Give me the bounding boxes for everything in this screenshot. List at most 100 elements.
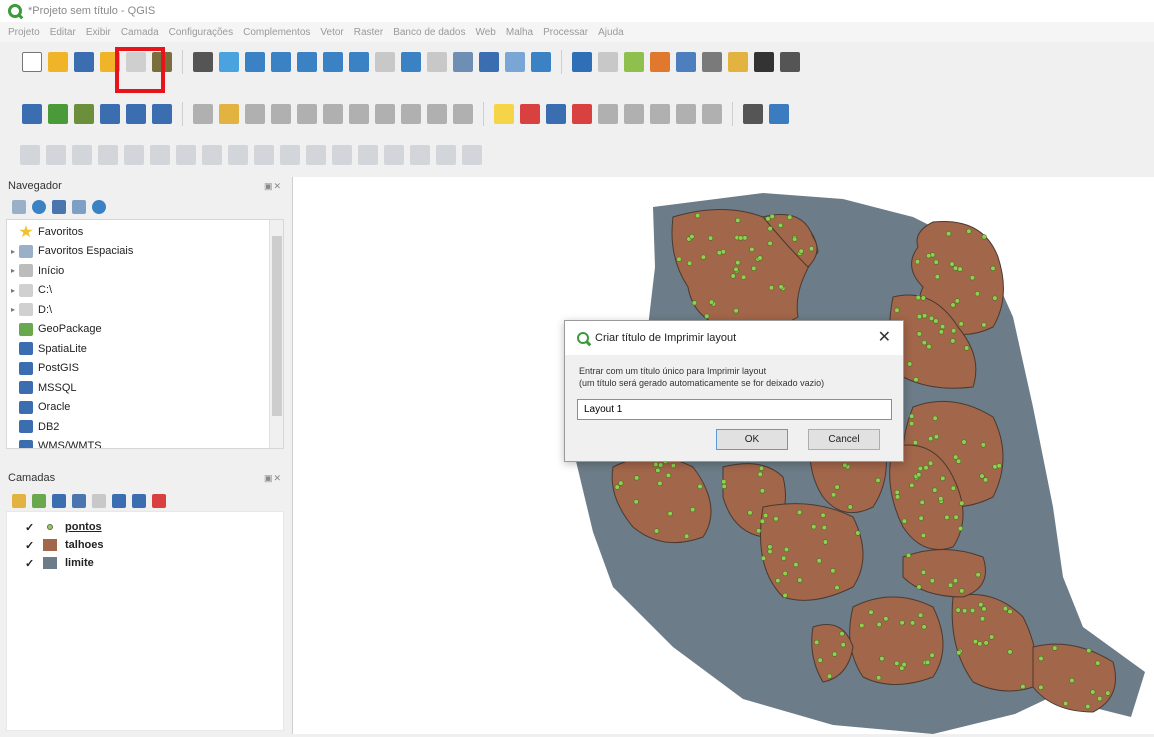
layer-visibility-checkbox[interactable]: ✓: [25, 539, 37, 552]
browser-scrollbar[interactable]: [269, 220, 283, 448]
zoom-last-icon[interactable]: [401, 52, 421, 72]
browser-item[interactable]: Favoritos: [7, 222, 283, 242]
save-edits-icon[interactable]: [245, 104, 265, 124]
cut-icon[interactable]: [349, 104, 369, 124]
pan-to-selection-icon[interactable]: [219, 52, 239, 72]
browser-item[interactable]: ▸ C:\: [7, 281, 283, 301]
attribute-table-icon[interactable]: [624, 52, 644, 72]
more-icon[interactable]: [780, 52, 800, 72]
browser-item[interactable]: Oracle: [7, 398, 283, 418]
layer-styling-icon[interactable]: [12, 494, 26, 508]
label-tool-1-icon[interactable]: [598, 104, 618, 124]
zoom-out-icon[interactable]: [271, 52, 291, 72]
annotation-icon[interactable]: [728, 52, 748, 72]
add-raster-icon[interactable]: [74, 104, 94, 124]
menu-raster[interactable]: Raster: [354, 27, 383, 38]
browser-item[interactable]: PostGIS: [7, 359, 283, 379]
digitize-16-icon[interactable]: [410, 145, 430, 165]
plugin-globe-icon[interactable]: [743, 104, 763, 124]
select-features-icon[interactable]: [598, 52, 618, 72]
expand-arrow-icon[interactable]: ▸: [7, 286, 19, 295]
menu-editar[interactable]: Editar: [50, 27, 76, 38]
add-delimited-icon[interactable]: [152, 104, 172, 124]
zoom-in-icon[interactable]: [245, 52, 265, 72]
toggle-editing-icon[interactable]: [219, 104, 239, 124]
open-project-icon[interactable]: [48, 52, 68, 72]
delete-feature-icon[interactable]: [323, 104, 343, 124]
expand-arrow-icon[interactable]: ▸: [7, 305, 19, 314]
menu-processar[interactable]: Processar: [543, 27, 588, 38]
pin-labels-icon[interactable]: [546, 104, 566, 124]
add-selected-icon[interactable]: [12, 200, 26, 214]
paste-icon[interactable]: [401, 104, 421, 124]
digitize-icon[interactable]: [100, 104, 120, 124]
identify-icon[interactable]: [572, 52, 592, 72]
panel-float-close-icon[interactable]: ▣✕: [264, 181, 282, 192]
digitize-14-icon[interactable]: [358, 145, 378, 165]
data-source-manager-icon[interactable]: [22, 104, 42, 124]
layer-item[interactable]: ✓ limite: [7, 554, 283, 572]
statistics-icon[interactable]: [650, 52, 670, 72]
temporal-controller-icon[interactable]: [505, 52, 525, 72]
menu-web[interactable]: Web: [475, 27, 495, 38]
edit-pencil-icon[interactable]: [193, 104, 213, 124]
browser-item[interactable]: ▸ D:\: [7, 300, 283, 320]
digitize-8-icon[interactable]: [202, 145, 222, 165]
digitize-10-icon[interactable]: [254, 145, 274, 165]
collapse-all-icon[interactable]: [132, 494, 146, 508]
pan-icon[interactable]: [193, 52, 213, 72]
refresh-icon[interactable]: [32, 200, 46, 214]
digitize-12-icon[interactable]: [306, 145, 326, 165]
browser-item[interactable]: ▸ Início: [7, 261, 283, 281]
browser-item[interactable]: DB2: [7, 417, 283, 437]
menu-exibir[interactable]: Exibir: [86, 27, 111, 38]
digitize-17-icon[interactable]: [436, 145, 456, 165]
digitize-4-icon[interactable]: [98, 145, 118, 165]
digitize-15-icon[interactable]: [384, 145, 404, 165]
save-project-icon[interactable]: [74, 52, 94, 72]
map-tips-icon[interactable]: [702, 52, 722, 72]
digitize-5-icon[interactable]: [124, 145, 144, 165]
label-tool-2-icon[interactable]: [624, 104, 644, 124]
copy-icon[interactable]: [375, 104, 395, 124]
layer-visibility-checkbox[interactable]: ✓: [25, 557, 37, 570]
browser-item[interactable]: SpatiaLite: [7, 339, 283, 359]
panel-float-close-icon[interactable]: ▣✕: [264, 473, 282, 484]
menu-configuracoes[interactable]: Configurações: [169, 27, 233, 38]
digitize-11-icon[interactable]: [280, 145, 300, 165]
menu-complementos[interactable]: Complementos: [243, 27, 310, 38]
label-tool-5-icon[interactable]: [702, 104, 722, 124]
sum-icon[interactable]: [754, 52, 774, 72]
redo-icon[interactable]: [453, 104, 473, 124]
add-wms-icon[interactable]: [126, 104, 146, 124]
zoom-selection-icon[interactable]: [323, 52, 343, 72]
menu-malha[interactable]: Malha: [506, 27, 533, 38]
digitize-6-icon[interactable]: [150, 145, 170, 165]
menu-projeto[interactable]: Projeto: [8, 27, 40, 38]
ok-button[interactable]: OK: [716, 429, 788, 450]
expand-arrow-icon[interactable]: ▸: [7, 266, 19, 275]
add-vector-icon[interactable]: [48, 104, 68, 124]
expand-arrow-icon[interactable]: ▸: [7, 247, 19, 256]
layer-visibility-checkbox[interactable]: ✓: [25, 521, 37, 534]
menu-banco-de-dados[interactable]: Banco de dados: [393, 27, 465, 38]
filter-expression-icon[interactable]: [92, 494, 106, 508]
menu-ajuda[interactable]: Ajuda: [598, 27, 624, 38]
label-icon[interactable]: [494, 104, 514, 124]
filter-legend-icon[interactable]: [72, 494, 86, 508]
new-project-icon[interactable]: [22, 52, 42, 72]
browser-scroll-thumb[interactable]: [272, 236, 282, 416]
close-icon[interactable]: ✕: [878, 327, 891, 347]
zoom-next-icon[interactable]: [427, 52, 447, 72]
expand-all-icon[interactable]: [112, 494, 126, 508]
zoom-layer-icon[interactable]: [349, 52, 369, 72]
add-group-icon[interactable]: [32, 494, 46, 508]
label-tool-3-icon[interactable]: [650, 104, 670, 124]
menu-camada[interactable]: Camada: [121, 27, 159, 38]
digitize-9-icon[interactable]: [228, 145, 248, 165]
layer-item[interactable]: ✓ pontos: [7, 518, 283, 536]
cancel-button[interactable]: Cancel: [808, 429, 880, 450]
refresh-icon[interactable]: [531, 52, 551, 72]
collapse-all-icon[interactable]: [72, 200, 86, 214]
menu-vetor[interactable]: Vetor: [320, 27, 343, 38]
